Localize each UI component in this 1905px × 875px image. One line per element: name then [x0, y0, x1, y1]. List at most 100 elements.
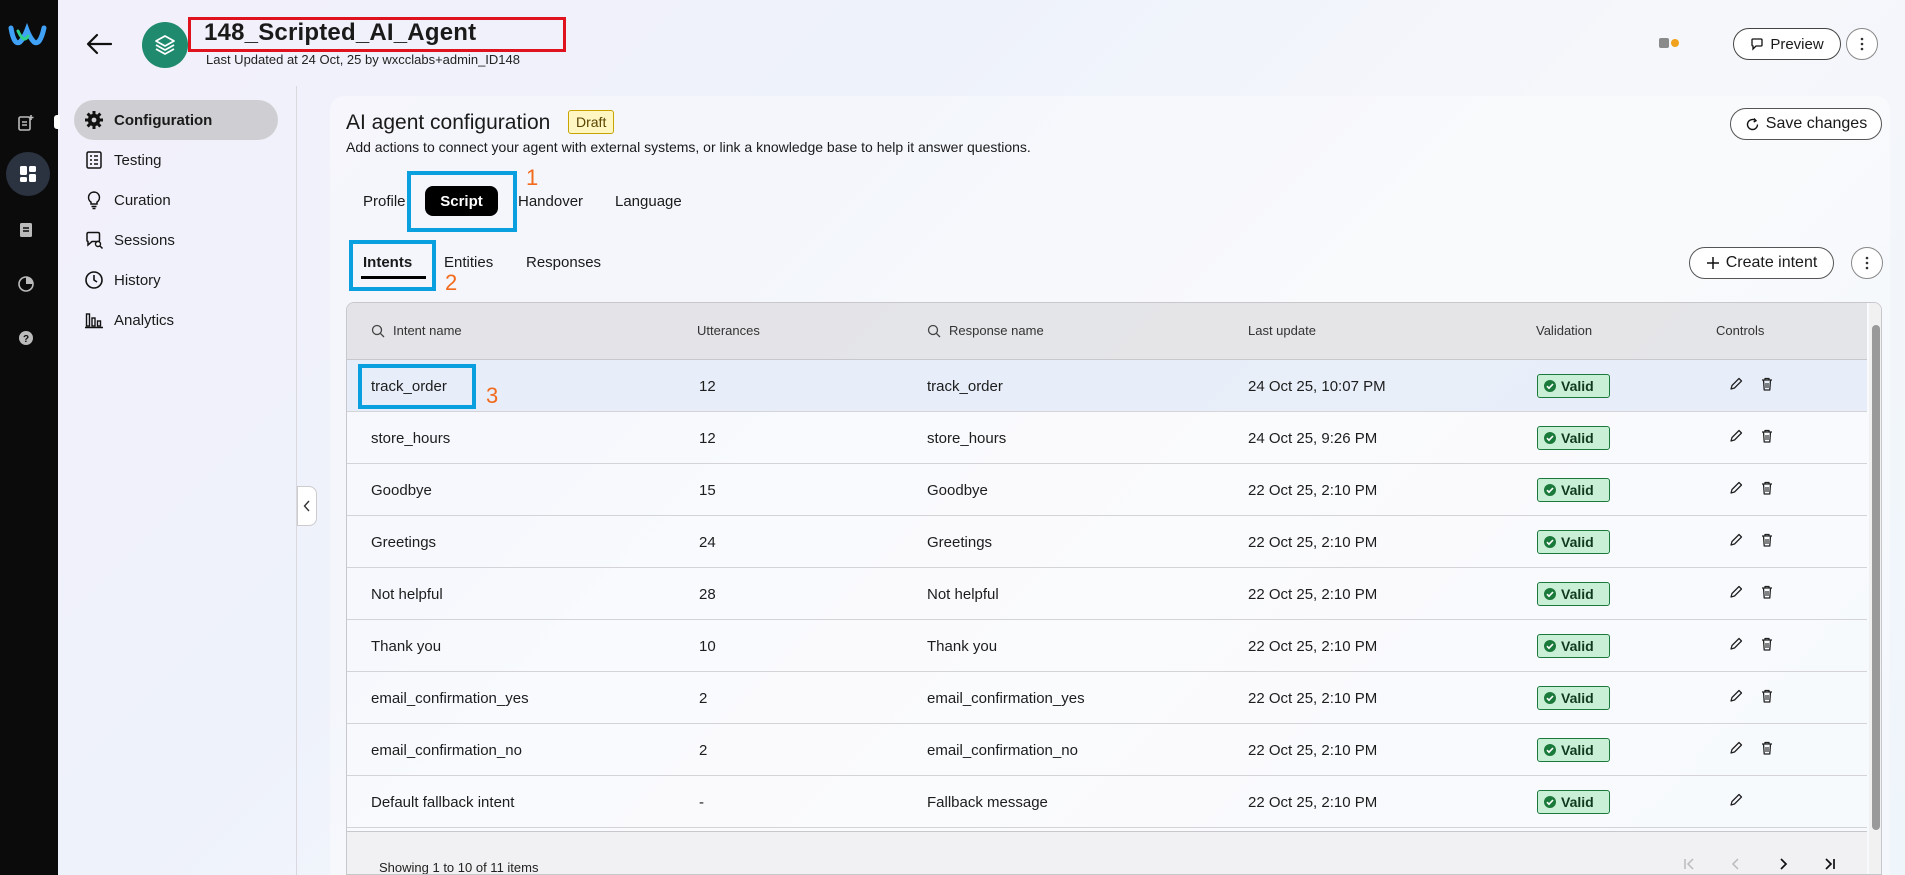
subtab-entities[interactable]: Entities [444, 254, 493, 271]
webex-logo[interactable] [8, 22, 48, 50]
annotation-box-1 [407, 171, 517, 232]
edit-icon[interactable] [1728, 428, 1746, 446]
delete-icon[interactable] [1760, 688, 1778, 706]
tab-language[interactable]: Language [615, 193, 682, 210]
edit-icon[interactable] [1728, 480, 1746, 498]
last-update-cell: 22 Oct 25, 2:10 PM [1248, 794, 1378, 811]
checklist-icon [86, 151, 102, 169]
annotation-number-1: 1 [526, 165, 539, 190]
delete-icon[interactable] [1760, 428, 1778, 446]
last-update-cell: 22 Oct 25, 2:10 PM [1248, 690, 1378, 707]
valid-label: Valid [1561, 482, 1594, 498]
intent-more-button[interactable] [1851, 247, 1883, 279]
intent-name-cell[interactable]: email_confirmation_yes [371, 690, 529, 707]
sidebar-item-history[interactable]: History [74, 260, 278, 300]
intent-name-cell[interactable]: email_confirmation_no [371, 742, 522, 759]
sidebar-item-curation[interactable]: Curation [74, 180, 278, 220]
response-name-cell: Thank you [927, 638, 998, 655]
check-circle-icon [1543, 379, 1557, 393]
intent-name-cell[interactable]: Not helpful [371, 586, 443, 603]
sidebar-item-label: Testing [114, 151, 162, 169]
table-row[interactable]: email_confirmation_yes 2 email_confirmatio… [347, 672, 1867, 724]
last-page-button[interactable] [1816, 851, 1842, 874]
column-last-update: Last update [1248, 323, 1316, 338]
annotation-box-2 [349, 240, 436, 291]
table-row[interactable]: email_confirmation_no 2 email_confirmation… [347, 724, 1867, 776]
response-name-cell: Not helpful [927, 586, 999, 603]
sidebar-item-analytics[interactable]: Analytics [74, 300, 278, 340]
report-icon[interactable] [16, 220, 36, 240]
response-name-cell: email_confirmation_yes [927, 690, 1085, 707]
column-utterances: Utterances [697, 323, 760, 338]
last-update-cell: 24 Oct 25, 9:26 PM [1248, 430, 1378, 447]
delete-icon[interactable] [1760, 584, 1778, 602]
header-more-button[interactable] [1846, 28, 1878, 60]
valid-badge: Valid [1537, 530, 1610, 554]
intent-name-cell[interactable]: Thank you [371, 638, 441, 655]
intent-name-cell[interactable]: Greetings [371, 534, 436, 551]
delete-icon[interactable] [1760, 376, 1778, 394]
check-circle-icon [1543, 483, 1557, 497]
more-vertical-icon [1865, 256, 1869, 270]
back-arrow-icon[interactable] [84, 30, 114, 58]
column-intent-name[interactable]: Intent name [371, 323, 462, 338]
sidebar-item-testing[interactable]: Testing [74, 140, 278, 180]
sidebar-item-sessions[interactable]: Sessions [74, 220, 278, 260]
agent-avatar [142, 22, 188, 68]
table-row[interactable]: store_hours 12 store_hours 24 Oct 25, 9:26 … [347, 412, 1867, 464]
help-icon[interactable]: ? [16, 328, 36, 348]
delete-icon[interactable] [1760, 636, 1778, 654]
edit-icon[interactable] [1728, 532, 1746, 550]
intent-name-cell[interactable]: Default fallback intent [371, 794, 514, 811]
table-row[interactable]: Greetings 24 Greetings 22 Oct 25, 2:10 PM Va… [347, 516, 1867, 568]
table-row[interactable]: Thank you 10 Thank you 22 Oct 25, 2:10 PM Va… [347, 620, 1867, 672]
first-page-button[interactable] [1677, 851, 1703, 874]
sidebar-item-label: Analytics [114, 311, 175, 329]
valid-label: Valid [1561, 586, 1594, 602]
table-row[interactable]: Not helpful 28 Not helpful 22 Oct 25, 2:10 … [347, 568, 1867, 620]
tab-profile[interactable]: Profile [363, 193, 406, 210]
sidebar-item-configuration[interactable]: Configuration [74, 100, 278, 140]
collapse-sidebar-button[interactable] [297, 486, 317, 526]
edit-icon[interactable] [1728, 584, 1746, 602]
delete-icon[interactable] [1760, 480, 1778, 498]
intent-name-cell[interactable]: Goodbye [371, 482, 432, 499]
dashboard-icon[interactable] [18, 164, 38, 184]
utterances-cell: 12 [699, 430, 716, 447]
document-add-icon[interactable] [16, 113, 36, 133]
pie-chart-icon[interactable] [16, 274, 36, 294]
sidebar-item-label: History [114, 271, 161, 289]
table-scrollbar-thumb[interactable] [1872, 325, 1880, 830]
delete-icon[interactable] [1760, 740, 1778, 758]
create-intent-button[interactable]: Create intent [1689, 247, 1834, 279]
save-changes-button[interactable]: Save changes [1730, 108, 1882, 140]
next-page-button[interactable] [1770, 851, 1796, 874]
table-row[interactable]: Goodbye 15 Goodbye 22 Oct 25, 2:10 PM Valid [347, 464, 1867, 516]
last-updated-text: Last Updated at 24 Oct, 25 by wxcclabs+a… [206, 52, 520, 67]
chevron-left-icon [1731, 858, 1739, 870]
previous-page-button[interactable] [1723, 851, 1749, 874]
app-rail: ? [0, 0, 60, 875]
subtab-responses[interactable]: Responses [526, 254, 601, 271]
clock-icon [85, 271, 103, 289]
edit-icon[interactable] [1728, 376, 1746, 394]
delete-icon[interactable] [1760, 532, 1778, 550]
table-row[interactable]: track_order 12 track_order 24 Oct 25, 10:07… [347, 360, 1867, 412]
edit-icon[interactable] [1728, 636, 1746, 654]
edit-icon[interactable] [1728, 792, 1746, 810]
preview-button[interactable]: Preview [1733, 28, 1841, 60]
gear-icon [85, 111, 103, 129]
page-title: AI agent configuration [346, 111, 551, 134]
table-row[interactable]: Default fallback intent - Fallback message… [347, 776, 1867, 828]
valid-label: Valid [1561, 690, 1594, 706]
create-intent-label: Create intent [1725, 254, 1818, 271]
utterances-cell: 15 [699, 482, 716, 499]
tab-handover[interactable]: Handover [518, 193, 583, 210]
column-response-name[interactable]: Response name [927, 323, 1044, 338]
chat-search-icon [86, 231, 104, 250]
edit-icon[interactable] [1728, 688, 1746, 706]
edit-icon[interactable] [1728, 740, 1746, 758]
intent-name-cell[interactable]: store_hours [371, 430, 450, 447]
table-header: Intent name Utterances Response name Las… [347, 303, 1867, 360]
sidebar-item-label: Configuration [114, 111, 213, 129]
